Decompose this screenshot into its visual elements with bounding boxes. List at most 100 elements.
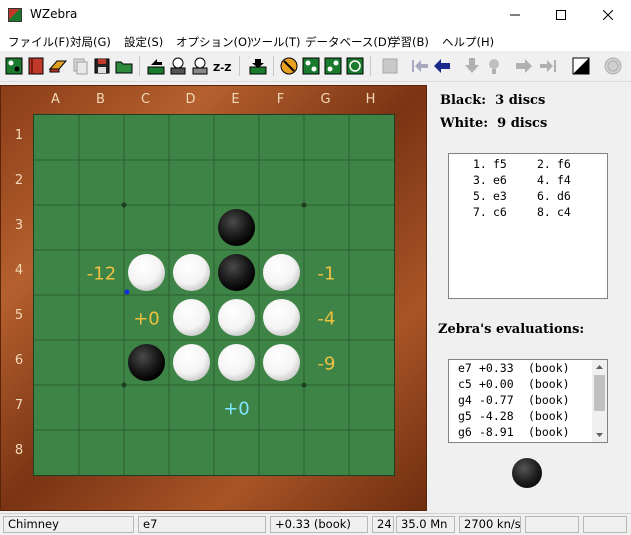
menu-options[interactable]: オプション(O) bbox=[176, 34, 252, 50]
hint-bulb-button[interactable] bbox=[483, 55, 505, 77]
row-label-1: 1 bbox=[14, 128, 24, 143]
status-nodes: 35.0 Mn bbox=[396, 516, 455, 533]
evaluations-title: Zebra's evaluations: bbox=[438, 322, 585, 337]
eval-move: g4 bbox=[458, 393, 472, 407]
title-bar: WZebra bbox=[0, 0, 631, 31]
eval-score: -8.91 bbox=[479, 425, 514, 439]
save-button[interactable] bbox=[91, 55, 113, 77]
black-disc-count: 3 discs bbox=[495, 93, 546, 108]
play-button[interactable] bbox=[145, 55, 167, 77]
first-move-button[interactable] bbox=[409, 55, 431, 77]
open-button[interactable] bbox=[113, 55, 135, 77]
move-number: 6. bbox=[537, 189, 551, 203]
back-button[interactable] bbox=[431, 55, 453, 77]
zz-icon: Z-Z bbox=[213, 63, 231, 74]
row-label-2: 2 bbox=[14, 173, 24, 188]
move-number: 1. bbox=[473, 157, 487, 171]
move-number: 3. bbox=[473, 173, 487, 187]
svg-text:Z-Z: Z-Z bbox=[213, 63, 231, 74]
last-move-button[interactable] bbox=[537, 55, 559, 77]
move-square: e6 bbox=[493, 173, 507, 187]
white-disc-f5 bbox=[263, 299, 300, 336]
black-disc-c6 bbox=[128, 344, 165, 381]
last-move-marker bbox=[124, 289, 130, 295]
evaluation-scrollbar[interactable] bbox=[592, 360, 607, 442]
flip-colors-button[interactable] bbox=[570, 55, 592, 77]
down-button[interactable] bbox=[461, 55, 483, 77]
status-extra-2 bbox=[583, 516, 627, 533]
scrollbar-graphic bbox=[594, 365, 605, 437]
evaluation-list[interactable]: e7 +0.33 (book) c5 +0.00 (book) g4 -0.77 (book) g… bbox=[448, 359, 608, 443]
copy-button[interactable] bbox=[69, 55, 91, 77]
column-label-b: B bbox=[96, 92, 105, 107]
eval-label-c5[interactable]: +0 bbox=[133, 309, 160, 330]
eval-move: g5 bbox=[458, 409, 472, 423]
menu-database[interactable]: データベース(D) bbox=[305, 34, 391, 50]
white-disc-e6 bbox=[218, 344, 255, 381]
white-disc-e5 bbox=[218, 299, 255, 336]
eval-source: (book) bbox=[528, 361, 570, 375]
menu-game[interactable]: 対局(G) bbox=[70, 34, 111, 50]
move-number: 2. bbox=[537, 157, 551, 171]
eval-source: (book) bbox=[528, 425, 570, 439]
column-label-d: D bbox=[185, 92, 196, 107]
move-list[interactable]: 1. f5 2. f6 3. e6 4. f4 5. e3 6. d6 7. c6 8. c4 bbox=[448, 153, 608, 299]
eval-label-g6[interactable]: -9 bbox=[318, 354, 336, 375]
coin-button[interactable] bbox=[602, 55, 624, 77]
white-disc-count: 9 discs bbox=[497, 116, 548, 131]
black-count-line: Black: 3 discs bbox=[440, 93, 545, 108]
menu-help[interactable]: ヘルプ(H) bbox=[442, 34, 494, 50]
move-square: f5 bbox=[493, 157, 507, 171]
board-button-1[interactable] bbox=[300, 55, 322, 77]
status-speed: 2700 kn/s bbox=[459, 516, 521, 533]
sleep-button[interactable]: Z-Z bbox=[211, 55, 233, 77]
eval-label-g4[interactable]: -1 bbox=[318, 264, 336, 285]
computer-white-button[interactable] bbox=[189, 55, 211, 77]
menu-tools[interactable]: ツール(T) bbox=[250, 34, 301, 50]
eval-move: e7 bbox=[458, 361, 472, 375]
eval-label-e7[interactable]: +0 bbox=[223, 399, 250, 420]
rotate-button[interactable] bbox=[344, 55, 366, 77]
stop-button[interactable] bbox=[278, 55, 300, 77]
minimize-button[interactable] bbox=[492, 0, 538, 31]
floppy-icon bbox=[94, 58, 110, 74]
status-best-move: e7 bbox=[138, 516, 266, 533]
maximize-button[interactable] bbox=[538, 0, 584, 31]
status-bar: Chimney e7 +0.33 (book) 24 35.0 Mn 2700 … bbox=[0, 513, 631, 535]
info-panel: Black: 3 discs White: 9 discs 1. f5 2. f6 3.… bbox=[429, 85, 631, 511]
row-label-4: 4 bbox=[14, 263, 24, 278]
book-button[interactable] bbox=[25, 55, 47, 77]
maximize-icon bbox=[556, 10, 566, 20]
eval-score: -4.28 bbox=[479, 409, 514, 423]
close-button[interactable] bbox=[585, 0, 631, 31]
stop-icon bbox=[280, 57, 298, 75]
row-label-8: 8 bbox=[14, 443, 24, 458]
new-game-button[interactable] bbox=[3, 55, 25, 77]
eval-label-g5[interactable]: -4 bbox=[318, 309, 336, 330]
scroll-down-icon bbox=[596, 433, 603, 437]
board-grid[interactable]: -12 -1 +0 -4 -9 +0 bbox=[34, 115, 394, 475]
othello-board[interactable]: -12 -1 +0 -4 -9 +0 bbox=[33, 114, 395, 476]
eraser-icon bbox=[48, 60, 68, 73]
computer-black-button[interactable] bbox=[167, 55, 189, 77]
menu-settings[interactable]: 設定(S) bbox=[124, 34, 163, 50]
edit-button[interactable] bbox=[379, 55, 401, 77]
white-disc-d5 bbox=[173, 299, 210, 336]
menu-learn[interactable]: 学習(B) bbox=[389, 34, 429, 50]
computer-icon bbox=[192, 57, 208, 75]
white-disc-c4 bbox=[128, 254, 165, 291]
forward-button[interactable] bbox=[513, 55, 535, 77]
menu-file[interactable]: ファイル(F) bbox=[8, 34, 70, 50]
column-label-e: E bbox=[231, 92, 240, 107]
toolbar-separator bbox=[370, 56, 371, 76]
board-button-2[interactable] bbox=[322, 55, 344, 77]
app-icon bbox=[8, 8, 22, 22]
last-arrow-icon bbox=[540, 60, 556, 72]
erase-button[interactable] bbox=[47, 55, 69, 77]
move-number: 7. bbox=[473, 205, 487, 219]
eval-label-b4[interactable]: -12 bbox=[87, 264, 116, 285]
window-title: WZebra bbox=[30, 7, 78, 21]
play-arrow-icon bbox=[147, 59, 165, 75]
hint-button[interactable] bbox=[247, 55, 269, 77]
eval-score: +0.33 bbox=[479, 361, 514, 375]
